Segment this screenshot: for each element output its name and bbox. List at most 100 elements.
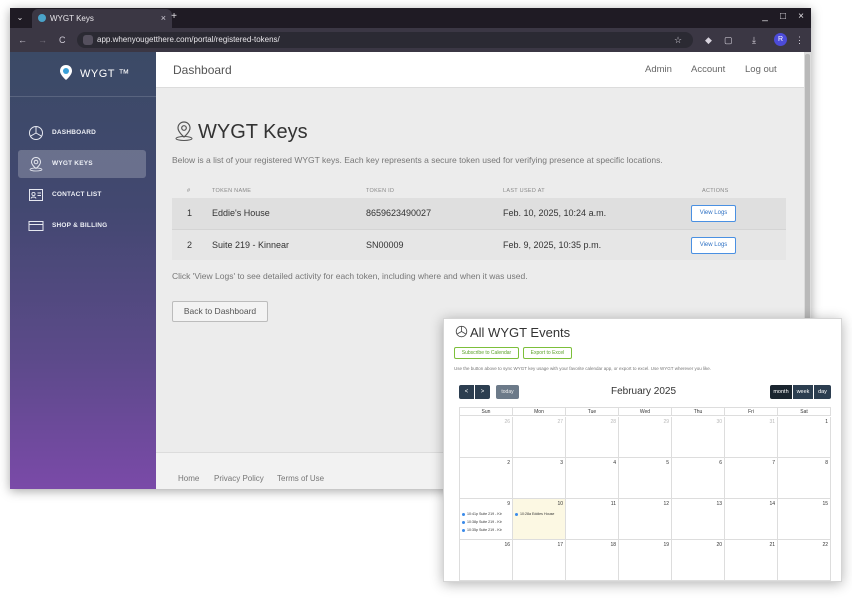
pie-chart-icon (29, 126, 43, 140)
browser-tab[interactable]: WYGT Keys × (32, 9, 172, 28)
sidebar-item-wygt-keys[interactable]: WYGT KEYS (18, 150, 146, 178)
calendar-day-cell[interactable]: 12 (619, 499, 672, 540)
calendar-day-cell[interactable]: 13 (672, 499, 725, 540)
calendar-day-cell[interactable]: 9 10:41p Suite 219 - Kir 10:38p Suite 219 … (460, 499, 513, 540)
calendar-day-cell[interactable]: 5 (619, 458, 672, 499)
pie-chart-icon (455, 325, 468, 338)
calendar-day-cell[interactable]: 20 (672, 540, 725, 581)
day-number: 29 (663, 419, 669, 425)
footer-link-home[interactable]: Home (178, 474, 199, 483)
day-number: 8 (825, 460, 828, 466)
calendar-day-cell[interactable]: 21 (725, 540, 778, 581)
column-header-last-used: LAST USED AT (503, 188, 545, 194)
view-week-button[interactable]: week (793, 385, 813, 399)
event-label: 10:35p Suite 219 - Kir (467, 528, 502, 532)
sidebar-item-shop-billing[interactable]: SHOP & BILLING (18, 212, 146, 240)
tab-list-chevron-icon[interactable]: ⌄ (14, 11, 26, 25)
calendar-day-cell[interactable]: 2 (460, 458, 513, 499)
location-pin-icon (29, 156, 43, 172)
site-info-icon[interactable] (83, 35, 93, 45)
last-used-at: Feb. 10, 2025, 10:24 a.m. (503, 208, 607, 218)
url-text: app.whenyougetthere.com/portal/registere… (97, 35, 280, 44)
download-icon[interactable]: ⤓ (752, 33, 756, 47)
sidebar-item-dashboard[interactable]: DASHBOARD (18, 119, 146, 147)
calendar-day-cell[interactable]: 6 (672, 458, 725, 499)
scrollbar-thumb[interactable] (805, 54, 810, 324)
calendar-day-cell[interactable]: 19 (619, 540, 672, 581)
calendar-day-cell[interactable]: 11 (566, 499, 619, 540)
calendar-day-cell[interactable]: 8 (778, 458, 831, 499)
calendar-day-cell[interactable]: 15 (778, 499, 831, 540)
menu-kebab-icon[interactable]: ⋮ (795, 33, 804, 47)
view-logs-button[interactable]: View Logs (691, 237, 736, 254)
credit-card-icon (28, 221, 44, 231)
sidebar-item-contact-list[interactable]: CONTACT LIST (18, 181, 146, 209)
navbar-title[interactable]: Dashboard (173, 52, 232, 88)
day-number: 7 (772, 460, 775, 466)
maximize-button[interactable]: □ (777, 10, 789, 24)
day-number: 3 (560, 460, 563, 466)
calendar-day-cell[interactable]: 3 (513, 458, 566, 499)
calendar-day-cell[interactable]: 1 (778, 417, 831, 458)
weekday-header: Thu (672, 407, 725, 416)
calendar-day-cell[interactable]: 28 (566, 417, 619, 458)
tab-title: WYGT Keys (50, 14, 94, 23)
reload-icon[interactable]: C (59, 33, 66, 47)
page-title: WYGT Keys (198, 121, 308, 143)
day-number: 19 (663, 542, 669, 548)
day-number: 1 (825, 419, 828, 425)
calendar-event[interactable]: 10:41p Suite 219 - Kir (462, 511, 512, 518)
extension-icon[interactable]: ◆ (705, 33, 712, 47)
calendar-day-cell[interactable]: 29 (619, 417, 672, 458)
profile-avatar[interactable]: R (774, 33, 787, 46)
bookmark-star-icon[interactable]: ☆ (674, 33, 682, 47)
footer-link-privacy[interactable]: Privacy Policy (214, 474, 264, 483)
day-number: 4 (613, 460, 616, 466)
calendar-day-cell[interactable]: 16 (460, 540, 513, 581)
address-bar[interactable]: app.whenyougetthere.com/portal/registere… (77, 32, 693, 48)
calendar-event[interactable]: 10:38p Suite 219 - Kir (462, 519, 512, 526)
view-logs-button[interactable]: View Logs (691, 205, 736, 222)
new-tab-button[interactable]: + (168, 10, 180, 24)
brand[interactable]: WYGT ™ (10, 52, 156, 97)
favicon-icon (38, 14, 46, 22)
forward-icon[interactable]: → (38, 33, 47, 47)
calendar-day-cell[interactable]: 14 (725, 499, 778, 540)
calendar-day-cell[interactable]: 26 (460, 417, 513, 458)
calendar-day-cell[interactable]: 30 (672, 417, 725, 458)
view-day-button[interactable]: day (814, 385, 831, 399)
nav-link-account[interactable]: Account (691, 52, 725, 88)
top-navbar: Dashboard Admin Account Log out (156, 52, 811, 88)
calendar-day-cell[interactable]: 10 10:28a Eddies House (513, 499, 566, 540)
event-dot-icon (462, 513, 465, 516)
calendar-event[interactable]: 10:35p Suite 219 - Kir (462, 527, 512, 534)
back-to-dashboard-button[interactable]: Back to Dashboard (172, 301, 268, 322)
nav-link-logout[interactable]: Log out (745, 52, 777, 88)
sidebar: WYGT ™ DASHBOARD WYGT KEYS CONTACT LIST … (10, 52, 156, 489)
sidebar-item-label: SHOP & BILLING (52, 222, 108, 229)
close-window-button[interactable]: × (795, 10, 807, 24)
weekday-header: Sun (460, 407, 513, 416)
nav-link-admin[interactable]: Admin (645, 52, 672, 88)
token-id: 8659623490027 (366, 208, 432, 218)
minimize-button[interactable]: _ (759, 10, 771, 24)
weekday-header: Mon (513, 407, 566, 416)
calendar-event[interactable]: 10:28a Eddies House (515, 511, 565, 518)
calendar-day-cell[interactable]: 27 (513, 417, 566, 458)
back-icon[interactable]: ← (18, 33, 27, 47)
calendar-day-cell[interactable]: 4 (566, 458, 619, 499)
view-month-button[interactable]: month (770, 385, 792, 399)
calendar-day-cell[interactable]: 7 (725, 458, 778, 499)
sidebar-panel-icon[interactable]: ▢ (724, 33, 733, 47)
calendar-title: All WYGT Events (470, 325, 571, 340)
row-number: 1 (187, 208, 193, 218)
calendar-day-cell[interactable]: 31 (725, 417, 778, 458)
calendar-day-cell[interactable]: 18 (566, 540, 619, 581)
subscribe-calendar-button[interactable]: Subscribe to Calendar (454, 347, 519, 359)
calendar-day-cell[interactable]: 17 (513, 540, 566, 581)
footer-link-terms[interactable]: Terms of Use (277, 474, 324, 483)
tab-close-icon[interactable]: × (161, 9, 166, 28)
day-number: 30 (716, 419, 722, 425)
calendar-day-cell[interactable]: 22 (778, 540, 831, 581)
export-excel-button[interactable]: Export to Excel (523, 347, 572, 359)
